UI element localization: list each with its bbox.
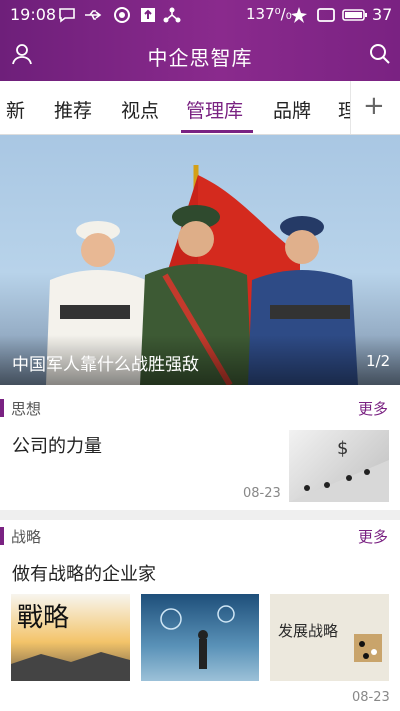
app-header: 中企思智库 [0,30,400,81]
article-date: 08-23 [243,486,281,501]
banner-pager: 1/2 [366,352,391,370]
thumbnail-text: 戰略 [17,603,69,633]
record-icon [114,7,130,23]
thumbnail-text: 发展战略 [278,622,338,640]
section-header-thought: 思想 更多 [0,395,400,423]
article-thumbnail[interactable]: 戰略 [11,594,130,681]
tab-viewpoint[interactable]: 视点 [121,96,159,123]
thumbnail-image: 发展战略 [278,622,382,662]
thumbnail-image: 戰略 [11,603,130,681]
banner-carousel[interactable]: 中国军人靠什么战胜强敌 1/2 [0,135,400,385]
svg-text:$: $ [337,438,348,459]
thumbnail-image: $ [289,438,389,502]
message-icon [59,8,75,23]
battery-icon [342,9,367,21]
section-divider [0,510,400,520]
app-title: 中企思智库 [147,46,253,70]
status-time: 19:08 [10,5,57,24]
top-bar: 19:08 137⁰/₀ 37 中企思智库 [0,0,400,81]
usb-icon [85,10,102,20]
thumbnail-image [160,605,235,669]
share-icon [163,7,181,23]
status-bar: 19:08 137⁰/₀ 37 [0,0,400,30]
active-tab-indicator [181,130,253,133]
tab-new[interactable]: 新 [6,96,25,123]
section-accent-bar [0,399,4,417]
article-title[interactable]: 做有战略的企业家 [12,560,156,586]
flower-icon [291,7,307,23]
plus-icon: + [363,91,385,121]
article-thumbnail[interactable]: $ [289,430,389,502]
section-title: 战略 [11,528,42,546]
article-title[interactable]: 公司的力量 [12,432,102,458]
more-link[interactable]: 更多 [358,398,388,419]
tab-management[interactable]: 管理库 [186,96,243,123]
add-tab-button[interactable]: + [350,81,400,134]
section-header-strategy: 战略 更多 [0,523,400,551]
article-thumbnail[interactable]: 发展战略 [270,594,389,681]
signal-level: 37 [372,5,393,24]
tab-recommend[interactable]: 推荐 [54,96,92,123]
battery-percent: 137⁰/₀ [246,5,292,23]
more-link[interactable]: 更多 [358,526,388,547]
search-icon[interactable] [368,42,392,66]
upload-icon [141,8,155,22]
banner-caption[interactable]: 中国军人靠什么战胜强敌 [12,350,199,375]
screen-icon [317,8,335,22]
section-title: 思想 [11,400,42,418]
section-accent-bar [0,527,4,545]
category-tabs: 新 推荐 视点 管理库 品牌 理 + [0,81,400,135]
article-thumbnail[interactable] [141,594,259,681]
article-date: 08-23 [352,690,390,705]
tab-brand[interactable]: 品牌 [273,96,311,123]
